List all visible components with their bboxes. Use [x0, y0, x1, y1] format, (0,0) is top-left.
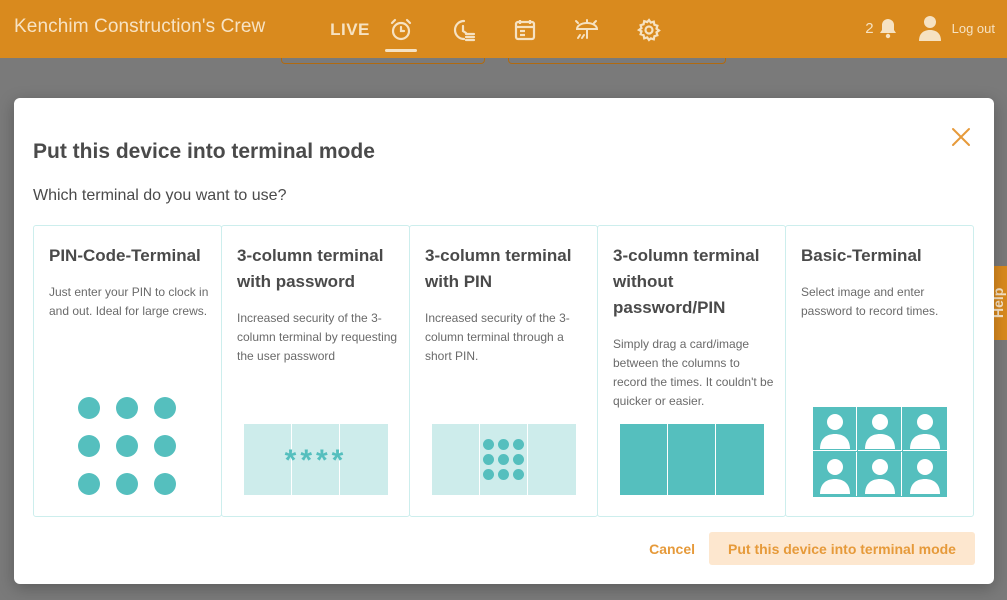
person-icon: [903, 414, 947, 451]
card-title: Basic-Terminal: [801, 246, 922, 265]
calendar-icon: [514, 20, 536, 41]
nav-timeline[interactable]: [432, 10, 494, 50]
weather-icon: [575, 19, 599, 39]
plain-columns-illustration: [620, 424, 764, 495]
nav-calendar[interactable]: [494, 10, 556, 50]
terminal-card-basic[interactable]: Basic-Terminal Select image and enter pa…: [785, 225, 974, 517]
terminal-mode-dialog: Put this device into terminal mode Which…: [14, 98, 994, 584]
card-description: Simply drag a card/image between the col…: [613, 337, 774, 408]
dialog-title: Put this device into terminal mode: [33, 140, 375, 163]
user-avatar-icon[interactable]: [918, 14, 942, 42]
card-title: PIN-Code-Terminal: [49, 246, 201, 265]
gear-icon: [636, 18, 661, 42]
nav-settings[interactable]: [618, 10, 680, 50]
dot-keypad-illustration: [78, 397, 178, 497]
terminal-card-pin-code[interactable]: PIN-Code-Terminal Just enter your PIN to…: [33, 225, 222, 517]
alarm-clock-icon: [390, 18, 412, 41]
nav-weather[interactable]: [556, 10, 618, 50]
terminal-card-3col-plain[interactable]: 3-column terminal without password/PIN S…: [597, 225, 786, 517]
nav-live[interactable]: LIVE: [330, 10, 370, 50]
nav-clock[interactable]: [370, 10, 432, 52]
background-tab-1: [281, 58, 485, 64]
person-icon: [858, 407, 902, 451]
card-description: Increased security of the 3-column termi…: [425, 311, 570, 363]
card-title: 3-column terminal with password: [237, 246, 384, 291]
confirm-terminal-mode-button[interactable]: Put this device into terminal mode: [709, 532, 975, 565]
header-tools: 2 Log out: [865, 14, 995, 42]
bell-icon[interactable]: [878, 17, 898, 39]
logout-link[interactable]: Log out: [952, 21, 995, 36]
dialog-footer: Cancel Put this device into terminal mod…: [649, 532, 975, 565]
person-icon: [813, 407, 857, 451]
avatar-grid-illustration: [813, 407, 947, 497]
card-description: Just enter your PIN to clock in and out.…: [49, 285, 209, 318]
card-description: Select image and enter password to recor…: [801, 285, 939, 318]
timeline-icon: [453, 19, 476, 42]
person-icon: [820, 452, 857, 496]
app-title: Kenchim Construction's Crew: [14, 16, 266, 37]
person-icon: [910, 459, 940, 494]
close-icon[interactable]: [950, 126, 972, 148]
pin-columns-illustration: [432, 424, 576, 495]
person-icon: [865, 452, 902, 496]
password-columns-illustration: ****: [244, 424, 388, 495]
terminal-card-3col-pin[interactable]: 3-column terminal with PIN Increased sec…: [409, 225, 598, 517]
dialog-question: Which terminal do you want to use?: [33, 187, 287, 204]
card-title: 3-column terminal without password/PIN: [613, 246, 760, 317]
top-navigation-bar: Kenchim Construction's Crew LIVE 2 Log o…: [0, 0, 1007, 58]
card-title: 3-column terminal with PIN: [425, 246, 572, 291]
terminal-options: PIN-Code-Terminal Just enter your PIN to…: [33, 225, 974, 517]
cancel-button[interactable]: Cancel: [649, 541, 695, 557]
password-mask: ****: [284, 444, 348, 477]
terminal-card-3col-password[interactable]: 3-column terminal with password Increase…: [221, 225, 410, 517]
notification-count[interactable]: 2: [865, 20, 873, 37]
main-nav: LIVE: [330, 10, 680, 52]
background-tab-2: [508, 58, 726, 64]
card-description: Increased security of the 3-column termi…: [237, 311, 398, 363]
